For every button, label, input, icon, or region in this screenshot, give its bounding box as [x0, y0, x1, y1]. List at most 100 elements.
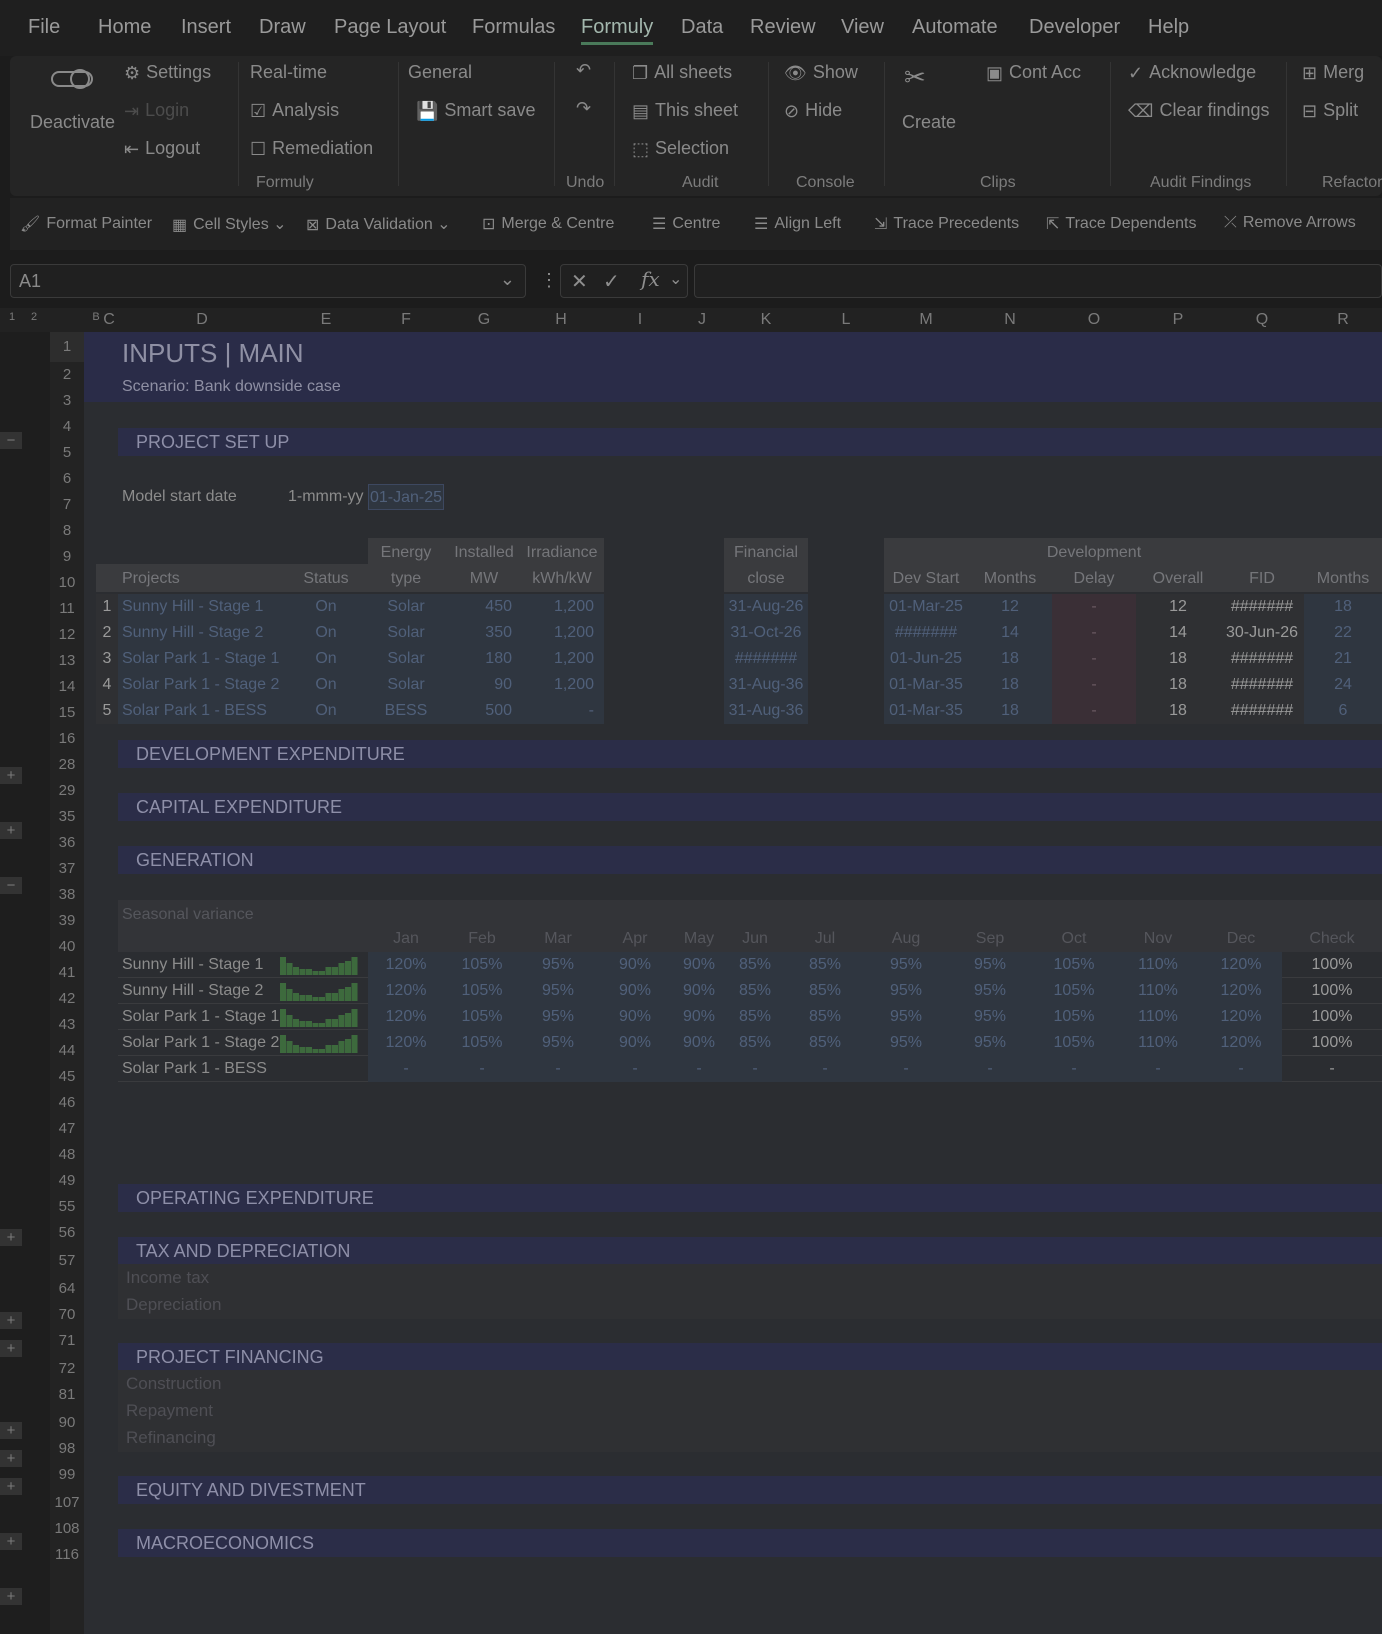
row-header[interactable]: 40: [50, 938, 84, 955]
expand-icon[interactable]: +: [0, 767, 22, 784]
seasonal-value[interactable]: 85%: [724, 1030, 786, 1056]
menu-review[interactable]: Review: [750, 16, 816, 39]
deactivate-button[interactable]: Deactivate: [30, 112, 115, 133]
seasonal-value[interactable]: 120%: [368, 978, 444, 1004]
seasonal-value[interactable]: 95%: [948, 952, 1032, 978]
col-d[interactable]: D: [118, 311, 286, 329]
seasonal-value[interactable]: 105%: [1032, 952, 1116, 978]
row-header[interactable]: 36: [50, 834, 84, 851]
seasonal-value[interactable]: -: [864, 1056, 948, 1082]
project-dev-start[interactable]: 01-Jun-25: [884, 646, 968, 672]
row-header[interactable]: 7: [50, 496, 84, 513]
project-financial-close[interactable]: 31-Aug-36: [724, 672, 808, 698]
row-header[interactable]: 5: [50, 444, 84, 461]
sub-depreciation[interactable]: Depreciation: [118, 1291, 1382, 1319]
expand-icon[interactable]: +: [0, 1533, 22, 1550]
seasonal-value[interactable]: 95%: [520, 1030, 596, 1056]
seasonal-value[interactable]: -: [520, 1056, 596, 1082]
formula-input[interactable]: [694, 264, 1382, 298]
row-header[interactable]: 12: [50, 626, 84, 643]
project-irradiance[interactable]: 1,200: [522, 620, 604, 646]
outline-level-1[interactable]: 1: [4, 311, 20, 323]
col-i[interactable]: I: [600, 311, 680, 329]
seasonal-value[interactable]: 85%: [786, 1030, 864, 1056]
seasonal-value[interactable]: 85%: [724, 952, 786, 978]
row-header[interactable]: 9: [50, 548, 84, 565]
row-header[interactable]: 2: [50, 366, 84, 383]
project-installed-mw[interactable]: 450: [446, 594, 522, 620]
row-header[interactable]: 46: [50, 1094, 84, 1111]
seasonal-value[interactable]: 85%: [786, 1004, 864, 1030]
row-header[interactable]: 57: [50, 1252, 84, 1269]
seasonal-value[interactable]: 90%: [596, 1030, 674, 1056]
project-dev-start[interactable]: 01-Mar-25: [884, 594, 968, 620]
seasonal-value[interactable]: -: [674, 1056, 724, 1082]
project-dev-months[interactable]: 18: [968, 672, 1052, 698]
analysis-checkbox[interactable]: ☑ Analysis: [250, 100, 339, 122]
project-months-2[interactable]: 18: [1304, 594, 1382, 620]
project-delay[interactable]: -: [1052, 594, 1136, 620]
project-name[interactable]: Solar Park 1 - Stage 1: [118, 646, 286, 672]
seasonal-value[interactable]: 95%: [864, 1030, 948, 1056]
menu-home[interactable]: Home: [98, 16, 151, 39]
seasonal-value[interactable]: 105%: [1032, 1030, 1116, 1056]
split-button[interactable]: ⊟ Split: [1302, 100, 1358, 122]
seasonal-value[interactable]: 90%: [674, 978, 724, 1004]
col-m[interactable]: M: [884, 311, 968, 329]
row-header[interactable]: 39: [50, 912, 84, 929]
project-delay[interactable]: -: [1052, 698, 1136, 724]
seasonal-value[interactable]: 105%: [444, 952, 520, 978]
row-header[interactable]: 116: [50, 1546, 84, 1563]
row-header[interactable]: 47: [50, 1120, 84, 1137]
seasonal-value[interactable]: 90%: [674, 1004, 724, 1030]
smart-save-button[interactable]: 💾 Smart save: [416, 100, 535, 122]
format-painter-button[interactable]: 🖌 Format Painter: [20, 214, 152, 234]
redo-icon[interactable]: ↷: [576, 98, 591, 119]
row-header[interactable]: 45: [50, 1068, 84, 1085]
row-header[interactable]: 10: [50, 574, 84, 591]
project-dev-start[interactable]: 01-Mar-35: [884, 672, 968, 698]
menu-automate[interactable]: Automate: [912, 16, 998, 39]
col-p[interactable]: P: [1136, 311, 1220, 329]
outline-level-2[interactable]: 2: [26, 311, 42, 323]
row-header[interactable]: 48: [50, 1146, 84, 1163]
menu-draw[interactable]: Draw: [259, 16, 306, 39]
project-financial-close[interactable]: 31-Aug-36: [724, 698, 808, 724]
project-energy-type[interactable]: BESS: [366, 698, 446, 724]
seasonal-value[interactable]: 95%: [864, 1004, 948, 1030]
project-energy-type[interactable]: Solar: [366, 620, 446, 646]
undo-icon[interactable]: ↶: [576, 60, 591, 81]
section-equity-divestment[interactable]: EQUITY AND DIVESTMENT: [118, 1476, 1382, 1504]
show-button[interactable]: 👁 Show: [784, 62, 858, 84]
section-tax-depreciation[interactable]: TAX AND DEPRECIATION: [118, 1237, 1382, 1265]
row-header[interactable]: 55: [50, 1198, 84, 1215]
section-project-financing[interactable]: PROJECT FINANCING: [118, 1343, 1382, 1371]
row-header[interactable]: 4: [50, 418, 84, 435]
seasonal-value[interactable]: 90%: [596, 1004, 674, 1030]
seasonal-value[interactable]: 110%: [1116, 978, 1200, 1004]
model-start-input[interactable]: 01-Jan-25: [368, 484, 444, 510]
row-header[interactable]: 43: [50, 1016, 84, 1033]
all-sheets-button[interactable]: ❐ All sheets: [632, 62, 732, 84]
row-header[interactable]: 41: [50, 964, 84, 981]
row-header[interactable]: 71: [50, 1332, 84, 1349]
project-irradiance[interactable]: -: [522, 698, 604, 724]
project-energy-type[interactable]: Solar: [366, 646, 446, 672]
menu-insert[interactable]: Insert: [181, 16, 231, 39]
section-capital-expenditure[interactable]: CAPITAL EXPENDITURE: [118, 793, 1382, 821]
project-status[interactable]: On: [286, 594, 366, 620]
seasonal-value[interactable]: -: [596, 1056, 674, 1082]
col-n[interactable]: N: [968, 311, 1052, 329]
project-irradiance[interactable]: 1,200: [522, 594, 604, 620]
seasonal-value[interactable]: 120%: [368, 952, 444, 978]
project-status[interactable]: On: [286, 672, 366, 698]
project-name[interactable]: Sunny Hill - Stage 2: [118, 620, 286, 646]
row-header[interactable]: 70: [50, 1306, 84, 1323]
row-header[interactable]: 56: [50, 1224, 84, 1241]
project-dev-months[interactable]: 12: [968, 594, 1052, 620]
row-header[interactable]: 3: [50, 392, 84, 409]
col-g[interactable]: G: [446, 311, 522, 329]
project-energy-type[interactable]: Solar: [366, 594, 446, 620]
seasonal-value[interactable]: -: [1116, 1056, 1200, 1082]
seasonal-value[interactable]: 105%: [444, 1030, 520, 1056]
